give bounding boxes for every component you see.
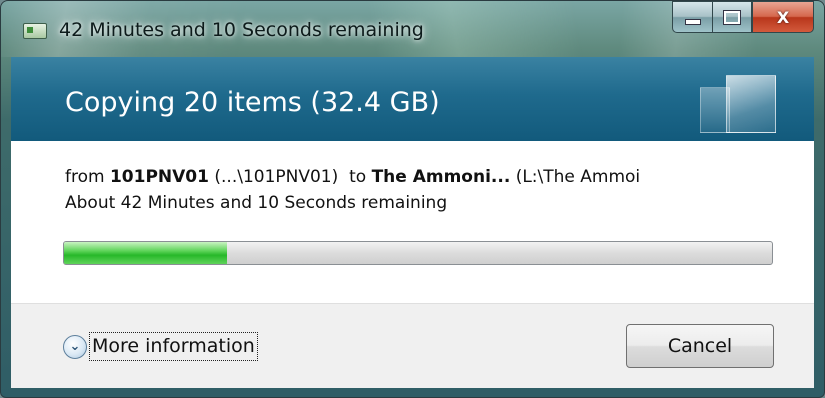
to-prefix: to [349, 167, 367, 187]
more-information-label[interactable]: More information [89, 332, 258, 361]
minimize-icon [684, 19, 701, 25]
close-button[interactable]: X [752, 1, 814, 33]
title-bar[interactable]: 42 Minutes and 10 Seconds remaining X [1, 1, 824, 57]
close-icon: X [776, 7, 790, 27]
source-path: (...\101PNV01) [214, 167, 339, 187]
destination-path: (L:\The Ammoi [515, 167, 641, 187]
chevron-down-icon[interactable]: ⌄ [63, 334, 87, 359]
copy-dialog-window: 42 Minutes and 10 Seconds remaining X Co… [0, 0, 825, 398]
source-name[interactable]: 101PNV01 [110, 167, 209, 187]
window-title: 42 Minutes and 10 Seconds remaining [59, 19, 424, 41]
cancel-button[interactable]: Cancel [626, 324, 774, 368]
time-remaining-text: About 42 Minutes and 10 Seconds remainin… [65, 193, 448, 213]
copy-progress-bar [63, 241, 773, 265]
dialog-heading: Copying 20 items (32.4 GB) [65, 87, 440, 118]
maximize-button[interactable] [712, 1, 752, 33]
maximize-icon [723, 9, 741, 25]
from-prefix: from [65, 167, 105, 187]
caption-buttons: X [672, 1, 814, 35]
copy-animation-icon [700, 75, 776, 133]
minimize-button[interactable] [672, 1, 712, 33]
destination-name[interactable]: The Ammoni... [372, 167, 511, 187]
copy-dialog-icon [23, 23, 47, 39]
dialog-content: from 101PNV01 (...\101PNV01) to The Ammo… [11, 141, 814, 303]
more-information-toggle[interactable]: ⌄ More information [63, 332, 258, 361]
copy-animation-pane-front [726, 75, 776, 133]
copy-progress-fill [64, 242, 227, 264]
copy-source-destination: from 101PNV01 (...\101PNV01) to The Ammo… [65, 167, 814, 187]
dialog-header: Copying 20 items (32.4 GB) [11, 57, 814, 141]
dialog-footer: ⌄ More information Cancel [11, 303, 814, 388]
